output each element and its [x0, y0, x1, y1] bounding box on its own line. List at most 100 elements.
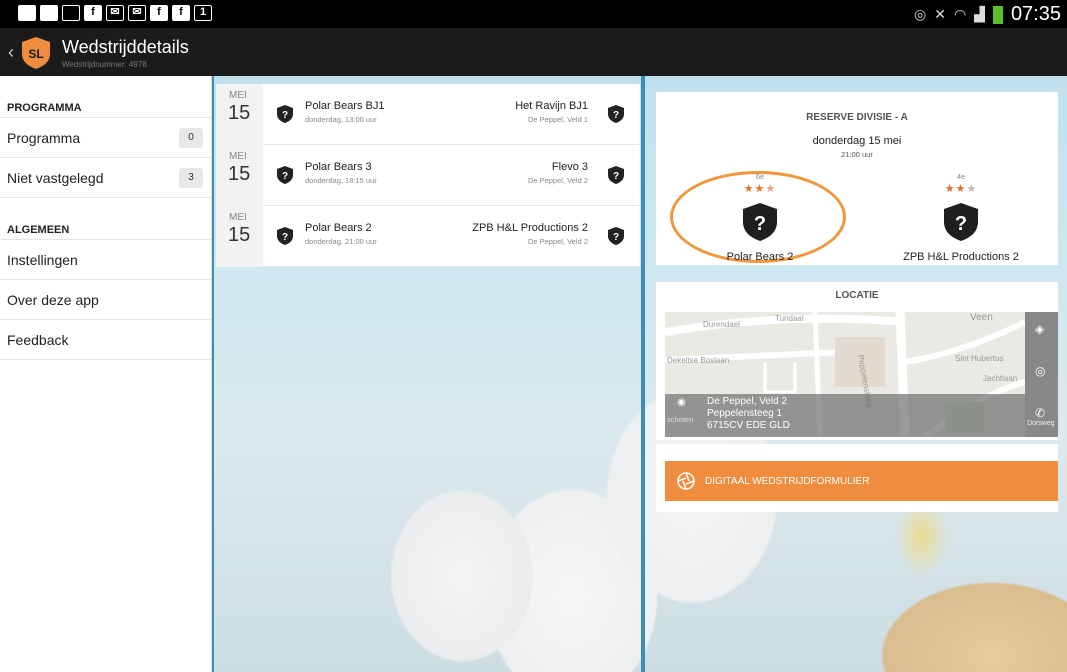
- match-month: MEI: [229, 150, 247, 162]
- away-team: Flevo 3: [551, 161, 588, 173]
- nfc-icon: ◎: [913, 6, 927, 22]
- match-date: MEI 15: [216, 205, 263, 267]
- svg-text:?: ?: [613, 110, 619, 121]
- rating-stars: ★★★: [690, 182, 830, 195]
- map-label: Sint Hubertus: [955, 354, 1004, 363]
- status-bar: f ✉ ✉ f f 1 ◎ ✕ ◠ ▟ 07:35: [0, 0, 1067, 28]
- page-title: Wedstrijddetails: [62, 37, 189, 57]
- facebook-icon: f: [84, 5, 102, 21]
- location-pin-icon: ◉: [677, 397, 686, 408]
- team-shield-icon: ?: [277, 227, 293, 245]
- venue-name: De Peppel, Veld 2: [707, 396, 788, 407]
- form-button-label: DIGITAAL WEDSTRIJDFORMULIER: [705, 475, 870, 487]
- match-venue: De Peppel, Veld 2: [527, 237, 588, 246]
- home-team: Polar Bears BJ1: [305, 100, 385, 112]
- match-date: MEI 15: [216, 144, 263, 206]
- count-badge: 3: [179, 167, 203, 188]
- empty-star: ★: [966, 183, 978, 195]
- address-overlay: schoten ◉ De Peppel, Veld 2 Peppelenstee…: [665, 394, 1025, 437]
- match-row[interactable]: MEI 15 ? Polar Bears 2 donderdag, 21:00 …: [216, 205, 640, 267]
- pane-divider: [641, 76, 645, 672]
- facebook-icon: f: [150, 5, 168, 21]
- email-icon: ✉: [106, 5, 124, 21]
- map-label: Dorsweg: [1027, 420, 1055, 427]
- match-date: MEI 15: [216, 83, 263, 145]
- section-heading-programma: PROGRAMMA: [0, 76, 211, 118]
- away-team-card[interactable]: 4e ★★★ ? ZPB H&L Productions 2: [891, 172, 1031, 263]
- count-badge: 0: [179, 127, 203, 148]
- team-shield-icon: ?: [608, 227, 624, 245]
- home-team: Polar Bears 3: [305, 161, 372, 173]
- match-time: donderdag, 13:00 uur: [305, 115, 377, 124]
- filled-stars: ★★: [944, 183, 967, 195]
- back-chevron-icon[interactable]: ‹: [8, 42, 14, 63]
- email-icon: ✉: [128, 5, 146, 21]
- rating-stars: ★★★: [891, 182, 1031, 195]
- system-status: ◎ ✕ ◠ ▟ 07:35: [914, 3, 1061, 26]
- phone-icon[interactable]: ✆: [1035, 406, 1045, 420]
- division-title: RESERVE DIVISIE - A: [806, 112, 908, 123]
- sidebar-item-label: Instellingen: [7, 251, 78, 268]
- wifi-icon: ◠: [953, 6, 967, 22]
- location-map[interactable]: Durendael Tundaal Veen Dekeltse Boslaan …: [665, 312, 1058, 437]
- content-area: PROGRAMMA Programma 0 Niet vastgelegd 3 …: [0, 76, 1067, 672]
- match-day: 15: [228, 101, 251, 124]
- match-month: MEI: [229, 89, 247, 101]
- team-shield-icon: ?: [608, 166, 624, 184]
- message-icon: [18, 5, 36, 21]
- notification-icons: f ✉ ✉ f f 1: [18, 5, 212, 21]
- team-shield-icon: ?: [944, 203, 978, 241]
- match-month: MEI: [229, 211, 247, 223]
- match-day: 15: [228, 223, 251, 246]
- match-list: MEI 15 ? Polar Bears BJ1 donderdag, 13:0…: [216, 83, 640, 267]
- detail-time: 21:00 uur: [841, 150, 873, 159]
- sidebar-item-over-deze-app[interactable]: Over deze app: [0, 280, 211, 320]
- svg-text:?: ?: [613, 232, 619, 243]
- map-label: Veen: [970, 312, 993, 323]
- sidebar-item-programma[interactable]: Programma 0: [0, 118, 211, 158]
- team-rank: 6e: [755, 172, 765, 181]
- half-star: ★: [765, 183, 777, 195]
- home-team: Polar Bears 2: [305, 222, 372, 234]
- street-view-icon[interactable]: ◎: [1035, 364, 1045, 378]
- sidebar: PROGRAMMA Programma 0 Niet vastgelegd 3 …: [0, 76, 212, 672]
- sidebar-item-label: Programma: [7, 129, 81, 146]
- team-name: Polar Bears 2: [726, 251, 794, 263]
- map-label: Dekeltse Boslaan: [667, 356, 730, 365]
- svg-text:SL: SL: [28, 47, 43, 61]
- app-bar: ‹ SL Wedstrijddetails Wedstrijdnummer: 4…: [0, 28, 1067, 76]
- home-team-card[interactable]: 6e ★★★ ? Polar Bears 2: [690, 172, 830, 263]
- location-heading: LOCATIE: [835, 290, 879, 301]
- team-shield-icon: ?: [277, 105, 293, 123]
- match-number: Wedstrijdnummer: 4978: [62, 60, 147, 69]
- match-row[interactable]: MEI 15 ? Polar Bears BJ1 donderdag, 13:0…: [216, 83, 640, 145]
- svg-text:?: ?: [955, 213, 967, 235]
- sidebar-item-feedback[interactable]: Feedback: [0, 320, 211, 360]
- digital-match-form-button[interactable]: DIGITAAL WEDSTRIJDFORMULIER: [665, 461, 1058, 501]
- match-time: donderdag, 18:15 uur: [305, 176, 377, 185]
- team-shield-icon: ?: [743, 203, 777, 241]
- match-venue: De Peppel, Veld 1: [527, 115, 588, 124]
- svg-text:?: ?: [282, 171, 288, 182]
- app-logo[interactable]: SL: [20, 36, 52, 70]
- svg-text:?: ?: [754, 213, 766, 235]
- sidebar-item-niet-vastgelegd[interactable]: Niet vastgelegd 3: [0, 158, 211, 198]
- map-label: Durendael: [703, 320, 740, 329]
- clock: 07:35: [1010, 3, 1061, 25]
- match-row[interactable]: MEI 15 ? Polar Bears 3 donderdag, 18:15 …: [216, 144, 640, 206]
- location-panel: LOCATIE Durendael Tundaal Veen Dekeltse …: [656, 282, 1058, 440]
- navigate-icon[interactable]: ◈: [1035, 322, 1044, 336]
- facebook-icon: f: [172, 5, 190, 21]
- filled-stars: ★★: [743, 183, 766, 195]
- aperture-icon: [677, 472, 695, 490]
- battery-icon: [992, 5, 1003, 24]
- calendar-icon: 1: [194, 5, 212, 21]
- signal-icon: ▟: [974, 6, 985, 22]
- sidebar-item-instellingen[interactable]: Instellingen: [0, 240, 211, 280]
- form-panel: DIGITAAL WEDSTRIJDFORMULIER: [656, 444, 1058, 512]
- away-team: ZPB H&L Productions 2: [472, 222, 588, 234]
- sidebar-item-label: Over deze app: [7, 291, 99, 308]
- match-time: donderdag, 21:00 uur: [305, 237, 377, 246]
- away-team: Het Ravijn BJ1: [515, 100, 588, 112]
- map-label: Jachtlaan: [983, 374, 1018, 383]
